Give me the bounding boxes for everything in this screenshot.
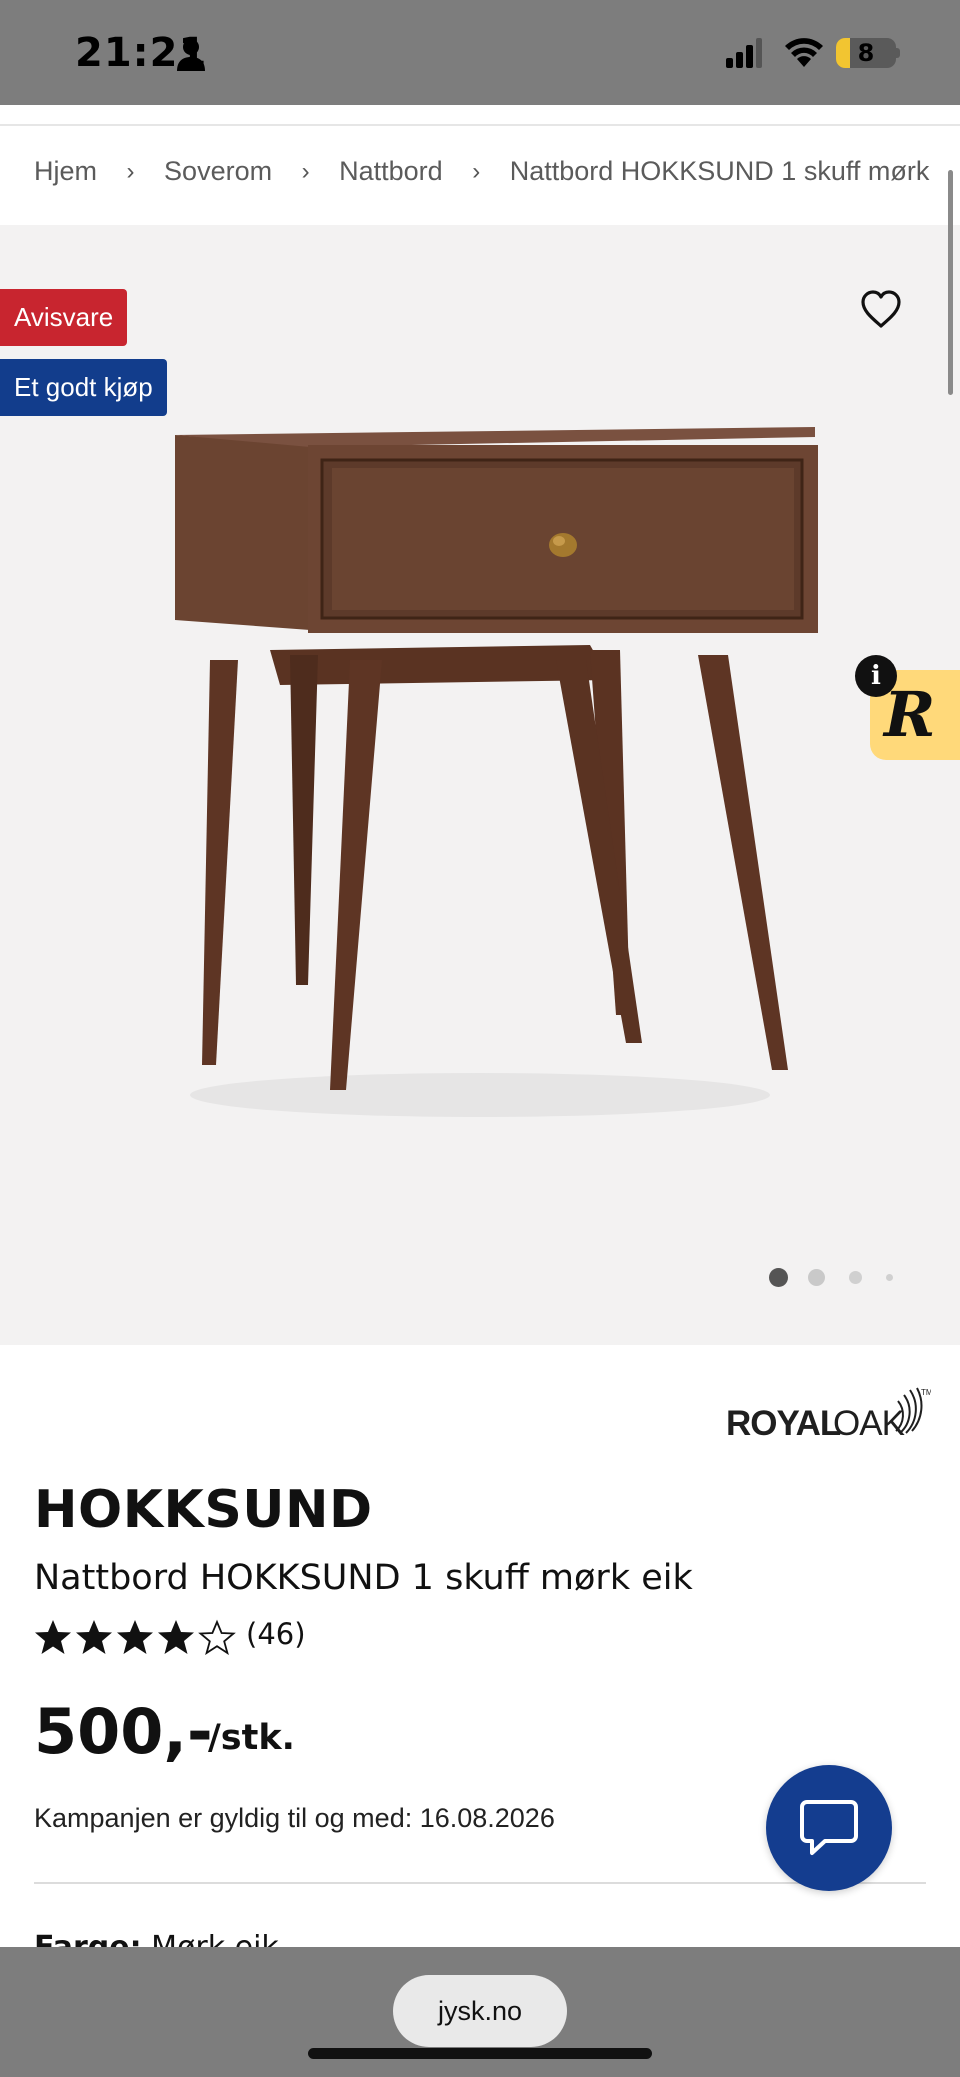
breadcrumb-item-hjem[interactable]: Hjem	[34, 156, 97, 187]
price-unit: /stk.	[208, 1718, 295, 1758]
chevron-right-icon: ›	[301, 157, 310, 185]
badge-godt-kjop: Et godt kjøp	[0, 359, 167, 416]
carousel-dot[interactable]	[808, 1269, 825, 1286]
star-filled-icon	[117, 1620, 153, 1654]
breadcrumb-item-soverom[interactable]: Soverom	[164, 156, 272, 187]
info-icon[interactable]: i	[855, 655, 897, 697]
svg-text:TM: TM	[921, 1388, 931, 1397]
status-bar: 21:21 8	[0, 0, 960, 105]
browser-bottom-bar: jysk.no	[0, 1947, 960, 2077]
header-divider	[0, 124, 960, 126]
product-image-carousel[interactable]: Avisvare Et godt kjøp	[0, 225, 960, 1345]
brand-logo-royaloak: ROYAL OAK TM	[726, 1387, 931, 1443]
product-subtitle: Nattbord HOKKSUND 1 skuff mørk eik	[34, 1558, 693, 1598]
url-bar[interactable]: jysk.no	[393, 1975, 567, 2047]
person-icon	[177, 39, 205, 71]
carousel-dot[interactable]	[886, 1274, 893, 1281]
campaign-validity: Kampanjen er gyldig til og med: 16.08.20…	[34, 1803, 555, 1833]
product-price: 500,-	[34, 1695, 213, 1768]
breadcrumb: Hjem › Soverom › Nattbord › Nattbord HOK…	[34, 155, 930, 199]
signal-icon	[726, 38, 762, 68]
svg-text:ROYAL: ROYAL	[726, 1404, 841, 1443]
home-indicator[interactable]	[308, 2048, 652, 2059]
product-photo-nightstand	[175, 427, 818, 1117]
scrollbar[interactable]	[948, 170, 953, 395]
carousel-dots[interactable]	[766, 1267, 906, 1289]
chat-button[interactable]	[766, 1765, 892, 1891]
battery-icon: 8	[836, 38, 896, 68]
star-filled-icon	[35, 1620, 71, 1654]
carousel-dot-active[interactable]	[769, 1268, 788, 1287]
chat-bubble-icon	[800, 1800, 858, 1855]
badge-avisvare: Avisvare	[0, 289, 128, 346]
chevron-right-icon: ›	[472, 157, 481, 185]
r-logo-icon: R	[884, 678, 936, 751]
breadcrumb-item-current: Nattbord HOKKSUND 1 skuff mørk eik	[509, 156, 930, 187]
chevron-right-icon: ›	[126, 157, 135, 185]
product-rating[interactable]: (46)	[34, 1615, 434, 1659]
battery-tip	[896, 48, 900, 58]
star-filled-icon	[76, 1620, 112, 1654]
product-name: HOKKSUND	[34, 1480, 373, 1540]
wifi-icon	[785, 38, 823, 67]
star-empty-icon	[198, 1619, 236, 1655]
carousel-dot[interactable]	[849, 1271, 862, 1284]
battery-level: 8	[857, 39, 875, 67]
star-filled-icon	[158, 1620, 194, 1654]
rating-count[interactable]: (46)	[246, 1617, 306, 1651]
breadcrumb-item-nattbord[interactable]: Nattbord	[339, 156, 443, 187]
heart-icon[interactable]	[860, 289, 902, 329]
section-divider	[34, 1882, 926, 1884]
svg-text:OAK: OAK	[833, 1404, 905, 1443]
